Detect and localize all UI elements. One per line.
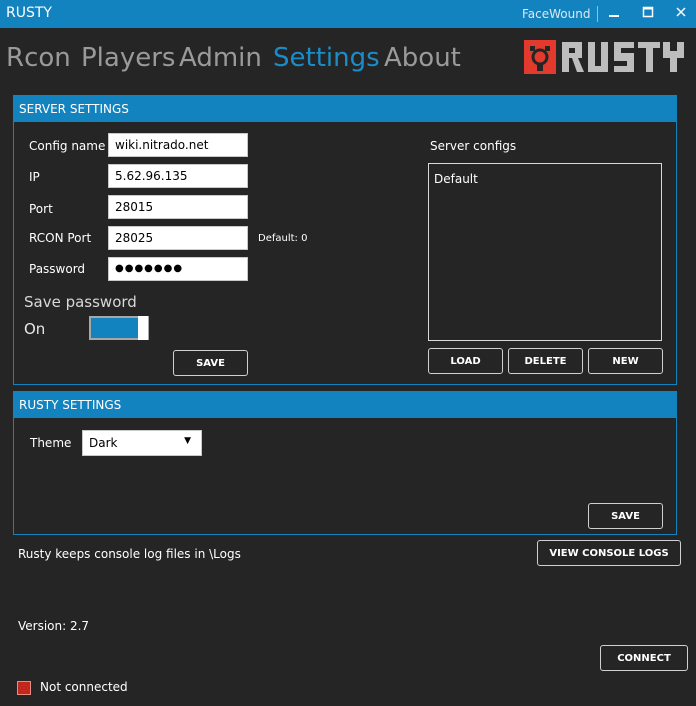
ip-field[interactable]: 5.62.96.135	[108, 164, 248, 188]
tab-players[interactable]: Players	[81, 43, 175, 73]
version-label: Version: 2.7	[18, 619, 90, 633]
rcon-default-note: Default: 0	[258, 233, 308, 244]
rusty-settings-header: RUSTY SETTINGS	[14, 392, 676, 418]
list-item[interactable]: Default	[434, 172, 478, 186]
rcon-port-label: RCON Port	[29, 231, 92, 245]
connect-button[interactable]: CONNECT	[600, 645, 688, 671]
logs-note: Rusty keeps console log files in \Logs	[18, 547, 241, 561]
port-field[interactable]: 28015	[108, 195, 248, 219]
rusty-save-button[interactable]: SAVE	[588, 503, 663, 529]
maximize-icon[interactable]	[638, 4, 658, 24]
theme-value: Dark	[89, 436, 118, 450]
server-configs-list[interactable]: Default	[428, 163, 662, 341]
new-button[interactable]: NEW	[588, 348, 663, 374]
view-console-logs-button[interactable]: VIEW CONSOLE LOGS	[537, 540, 681, 566]
app-title: RUSTY	[6, 5, 52, 21]
ip-label: IP	[29, 170, 40, 184]
minimize-icon[interactable]	[604, 4, 624, 24]
save-password-label: Save password	[24, 293, 137, 311]
caret-down-icon: ▼	[184, 436, 191, 446]
config-name-field[interactable]: wiki.nitrado.net	[108, 133, 248, 157]
server-settings-header: SERVER SETTINGS	[14, 96, 676, 122]
rusty-settings-panel: RUSTY SETTINGS	[13, 391, 677, 535]
close-icon[interactable]	[671, 4, 691, 24]
password-field[interactable]: ●●●●●●●	[108, 257, 248, 281]
title-separator	[597, 6, 598, 22]
theme-dropdown[interactable]: Dark ▼	[82, 430, 202, 456]
load-button[interactable]: LOAD	[428, 348, 503, 374]
theme-label: Theme	[30, 436, 72, 450]
toggle-knob[interactable]	[138, 316, 148, 340]
tab-admin[interactable]: Admin	[179, 43, 262, 73]
tab-about[interactable]: About	[384, 43, 461, 73]
rusty-logo	[524, 40, 686, 80]
rcon-port-field[interactable]: 28025	[108, 226, 248, 250]
server-configs-label: Server configs	[430, 139, 517, 153]
save-password-toggle[interactable]	[89, 316, 149, 340]
port-label: Port	[29, 202, 53, 216]
tab-rcon[interactable]: Rcon	[6, 43, 71, 73]
server-save-button[interactable]: SAVE	[173, 350, 248, 376]
password-label: Password	[29, 262, 86, 276]
status-indicator-icon	[17, 681, 31, 695]
tab-settings[interactable]: Settings	[273, 43, 380, 73]
delete-button[interactable]: DELETE	[508, 348, 583, 374]
title-bar: RUSTY FaceWound	[0, 0, 696, 28]
user-name[interactable]: FaceWound	[522, 7, 590, 21]
connection-status: Not connected	[40, 680, 128, 694]
toggle-state-label: On	[24, 320, 46, 338]
config-name-label: Config name	[29, 139, 106, 153]
